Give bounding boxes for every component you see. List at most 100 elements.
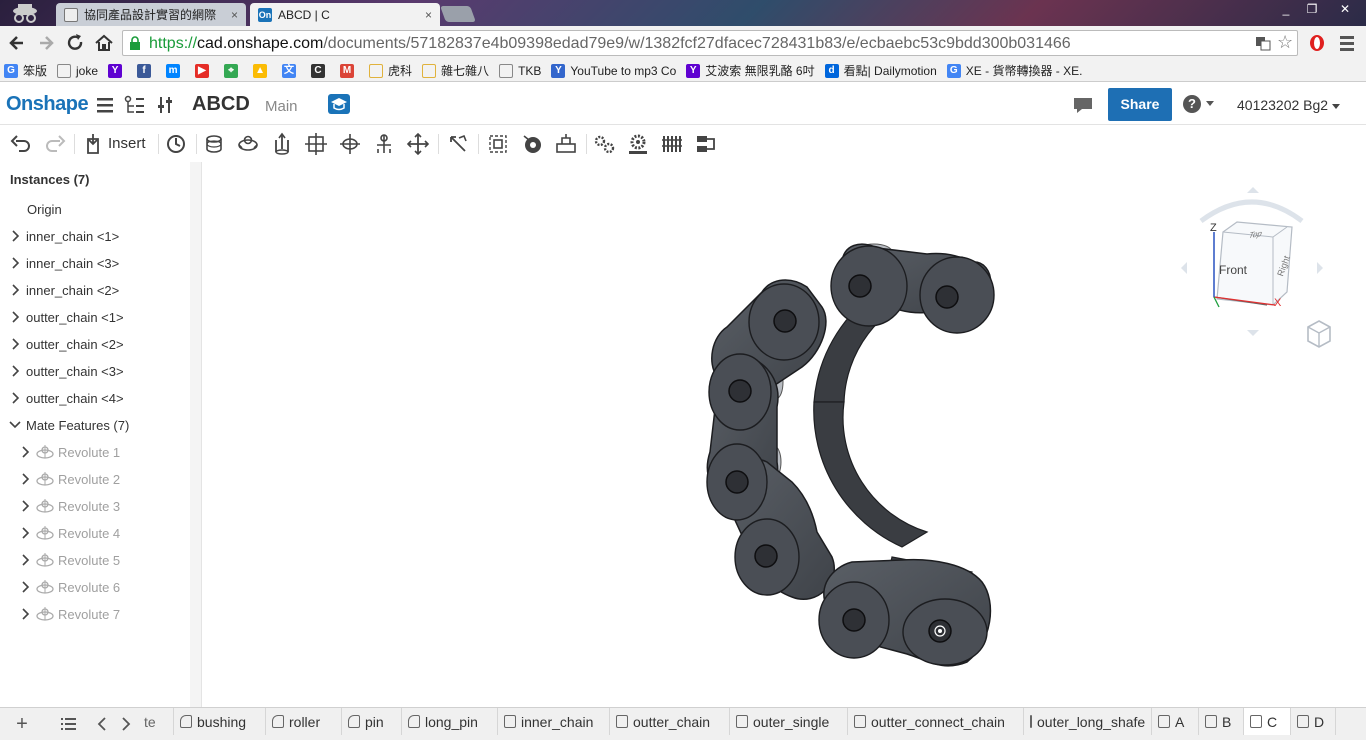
configurations-icon[interactable]: [156, 95, 178, 115]
tree-item-mate[interactable]: Revolute 7: [0, 601, 190, 627]
address-bar[interactable]: https://cad.onshape.com/documents/571828…: [122, 30, 1298, 56]
element-tab[interactable]: pin: [342, 708, 402, 735]
restore-button[interactable]: ❐: [1298, 0, 1326, 20]
tab-list-icon[interactable]: [58, 714, 78, 734]
bookmark-item[interactable]: ▲: [253, 63, 272, 78]
panel-resize-handle[interactable]: [190, 162, 202, 707]
user-menu[interactable]: 40123202 Bg2: [1237, 97, 1340, 113]
chevron-down-icon[interactable]: [8, 418, 22, 432]
browser-tab-1[interactable]: 協同產品設計實習的網際 ×: [56, 3, 246, 26]
bookmark-item[interactable]: M: [340, 63, 359, 78]
tree-item-instance[interactable]: inner_chain <3>: [0, 250, 190, 276]
selected-pin[interactable]: [928, 619, 952, 643]
tree-item-instance[interactable]: inner_chain <2>: [0, 277, 190, 303]
linear-pattern-icon[interactable]: [554, 132, 580, 156]
close-tab-icon[interactable]: ×: [425, 8, 432, 22]
bookmark-item[interactable]: ⌖: [224, 63, 243, 78]
history-icon[interactable]: [164, 132, 190, 156]
close-window-button[interactable]: ✕: [1330, 0, 1360, 20]
help-menu[interactable]: ?: [1183, 94, 1217, 116]
rack-pinion-icon[interactable]: [626, 132, 652, 156]
planar-mate-icon[interactable]: [304, 132, 330, 156]
tree-item-instance[interactable]: outter_chain <1>: [0, 304, 190, 330]
mate-connector-icon[interactable]: [446, 132, 472, 156]
screw-relation-icon[interactable]: [660, 132, 686, 156]
pin-slot-mate-icon[interactable]: [372, 132, 398, 156]
element-tab[interactable]: outter_chain: [610, 708, 730, 735]
element-tab[interactable]: te: [138, 708, 174, 735]
undo-icon[interactable]: [8, 132, 34, 156]
tree-item-mate[interactable]: Revolute 2: [0, 466, 190, 492]
bookmark-item[interactable]: joke: [57, 63, 98, 78]
chevron-right-icon[interactable]: [18, 553, 32, 567]
browser-tab-2[interactable]: On ABCD | C ×: [250, 3, 440, 26]
element-tab[interactable]: D: [1291, 708, 1336, 735]
chevron-right-icon[interactable]: [8, 256, 22, 270]
bookmark-item[interactable]: G XE - 貨幣轉換器 - XE.: [946, 62, 1082, 79]
minimize-button[interactable]: _: [1272, 0, 1300, 20]
redo-icon[interactable]: [42, 132, 68, 156]
revolute-mate-icon[interactable]: [236, 132, 262, 156]
extension-icon[interactable]: [1308, 34, 1326, 52]
linear-relation-icon[interactable]: [694, 132, 720, 156]
hamburger-menu-icon[interactable]: [95, 95, 115, 115]
bookmark-item[interactable]: d 看點| Dailymotion: [824, 62, 937, 79]
back-button[interactable]: [5, 31, 29, 55]
view-cube[interactable]: Front Right Top Z X: [1177, 187, 1327, 347]
instances-header[interactable]: Instances (7): [10, 172, 89, 187]
translate-icon[interactable]: [1255, 35, 1271, 51]
chevron-right-icon[interactable]: [18, 580, 32, 594]
bookmark-item[interactable]: G 笨版: [4, 62, 47, 79]
chevron-right-icon[interactable]: [8, 310, 22, 324]
feature-list-icon[interactable]: [124, 95, 146, 115]
bookmark-item[interactable]: Y YouTube to mp3 Co: [551, 63, 676, 78]
tree-item-origin[interactable]: Origin: [0, 196, 190, 222]
scroll-tabs-right-icon[interactable]: [116, 714, 136, 734]
tree-item-instance[interactable]: outter_chain <4>: [0, 385, 190, 411]
chevron-right-icon[interactable]: [18, 499, 32, 513]
forward-button[interactable]: [34, 31, 58, 55]
comments-icon[interactable]: [1072, 95, 1094, 115]
view-cube-front[interactable]: Front: [1219, 263, 1247, 277]
slider-mate-icon[interactable]: [270, 132, 296, 156]
bookmark-item[interactable]: Y 艾波索 無限乳酪 6吋: [686, 62, 815, 79]
bookmark-item[interactable]: f: [137, 63, 156, 78]
chevron-right-icon[interactable]: [18, 472, 32, 486]
chevron-right-icon[interactable]: [8, 229, 22, 243]
chevron-right-icon[interactable]: [8, 391, 22, 405]
tree-item-mate-features[interactable]: Mate Features (7): [0, 412, 190, 438]
bookmark-item[interactable]: C: [311, 63, 330, 78]
element-tab[interactable]: roller: [266, 708, 342, 735]
element-tab[interactable]: bushing: [174, 708, 266, 735]
element-tab[interactable]: inner_chain: [498, 708, 610, 735]
tree-item-instance[interactable]: outter_chain <3>: [0, 358, 190, 384]
bookmark-item[interactable]: m: [166, 63, 185, 78]
element-tab[interactable]: outer_long_shafe: [1024, 708, 1152, 735]
chevron-right-icon[interactable]: [8, 283, 22, 297]
tree-item-instance[interactable]: outter_chain <2>: [0, 331, 190, 357]
close-tab-icon[interactable]: ×: [231, 8, 238, 22]
element-tab[interactable]: C: [1244, 708, 1291, 735]
element-tab[interactable]: long_pin: [402, 708, 498, 735]
element-tab[interactable]: B: [1199, 708, 1244, 735]
cylindrical-mate-icon[interactable]: [338, 132, 364, 156]
bookmark-item[interactable]: 雜七雜八: [422, 62, 489, 79]
workspace-name[interactable]: Main: [265, 98, 298, 115]
replicate-icon[interactable]: [520, 132, 546, 156]
fastened-mate-icon[interactable]: [202, 132, 228, 156]
share-button[interactable]: Share: [1108, 88, 1172, 121]
chevron-right-icon[interactable]: [18, 526, 32, 540]
tree-item-mate[interactable]: Revolute 1: [0, 439, 190, 465]
insert-button[interactable]: Insert: [84, 132, 150, 156]
reload-button[interactable]: [63, 31, 87, 55]
add-element-icon[interactable]: +: [12, 714, 32, 734]
ball-mate-icon[interactable]: [406, 132, 432, 156]
onshape-logo[interactable]: Onshape: [6, 93, 89, 116]
chevron-right-icon[interactable]: [8, 337, 22, 351]
bookmark-star-icon[interactable]: ☆: [1277, 33, 1295, 51]
new-tab-button[interactable]: [440, 6, 476, 22]
graphics-viewport[interactable]: Front Right Top Z X: [202, 162, 1366, 707]
bookmark-item[interactable]: 文: [282, 63, 301, 78]
tree-item-mate[interactable]: Revolute 3: [0, 493, 190, 519]
chevron-right-icon[interactable]: [18, 607, 32, 621]
